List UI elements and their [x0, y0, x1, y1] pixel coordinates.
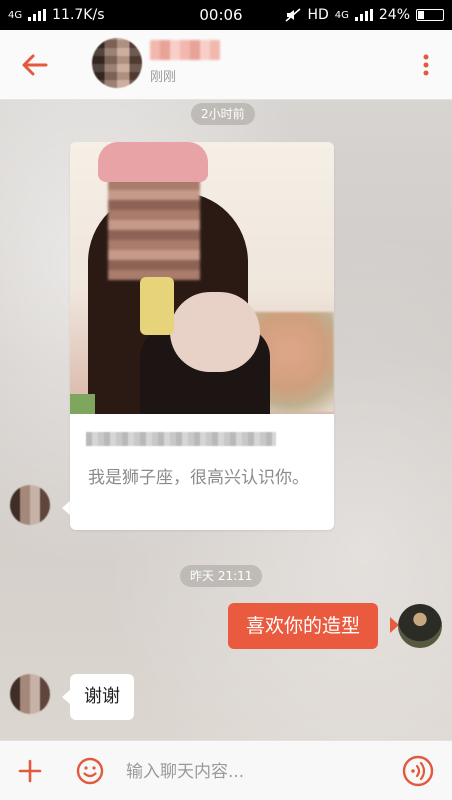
signal-icon	[28, 9, 47, 21]
card-text: 我是狮子座，很高兴认识你。	[88, 468, 309, 488]
status-bar: 4G 11.7K/s 00:06 HD 4G 24%	[0, 0, 452, 30]
timestamp: 2小时前	[191, 103, 255, 125]
battery-percent: 24%	[378, 7, 410, 23]
battery-icon	[416, 9, 444, 21]
network-speed: 11.7K/s	[52, 7, 105, 23]
photo-arm	[170, 292, 260, 372]
profile-photo[interactable]	[70, 142, 334, 414]
photo-leaf	[70, 394, 95, 414]
my-avatar[interactable]	[398, 604, 442, 648]
card-title-blurred	[86, 432, 276, 446]
contact-name-blurred	[150, 40, 220, 60]
photo-phone	[140, 277, 174, 335]
contact-status: 刚刚	[150, 70, 177, 85]
status-left: 4G 11.7K/s	[8, 7, 168, 23]
sender-avatar[interactable]	[10, 485, 50, 525]
photo-face-blurred	[108, 170, 200, 280]
voice-icon[interactable]	[402, 755, 434, 787]
photo-hat	[98, 142, 208, 182]
signal-icon-right	[354, 9, 373, 21]
outgoing-message-bubble[interactable]: 喜欢你的造型	[228, 603, 379, 649]
network-type: 4G	[8, 9, 23, 21]
plus-icon[interactable]	[18, 759, 42, 783]
contact-avatar[interactable]	[92, 38, 142, 88]
status-right: HD 4G 24%	[274, 7, 444, 23]
network-type-right: 4G	[334, 9, 349, 21]
chat-header: 刚刚	[0, 30, 452, 100]
more-menu-icon[interactable]	[416, 50, 436, 80]
input-bar	[0, 740, 452, 800]
hd-label: HD	[307, 7, 329, 23]
photo-card-message[interactable]: 我是狮子座，很高兴认识你。	[70, 142, 334, 530]
back-arrow-icon[interactable]	[18, 50, 52, 80]
message-input[interactable]	[124, 755, 388, 789]
incoming-message-bubble[interactable]: 谢谢	[70, 674, 134, 720]
mute-icon	[285, 8, 301, 22]
timestamp: 昨天 21:11	[180, 565, 263, 587]
emoji-icon[interactable]	[76, 757, 104, 785]
clock: 00:06	[199, 6, 243, 24]
sender-avatar[interactable]	[10, 674, 50, 714]
